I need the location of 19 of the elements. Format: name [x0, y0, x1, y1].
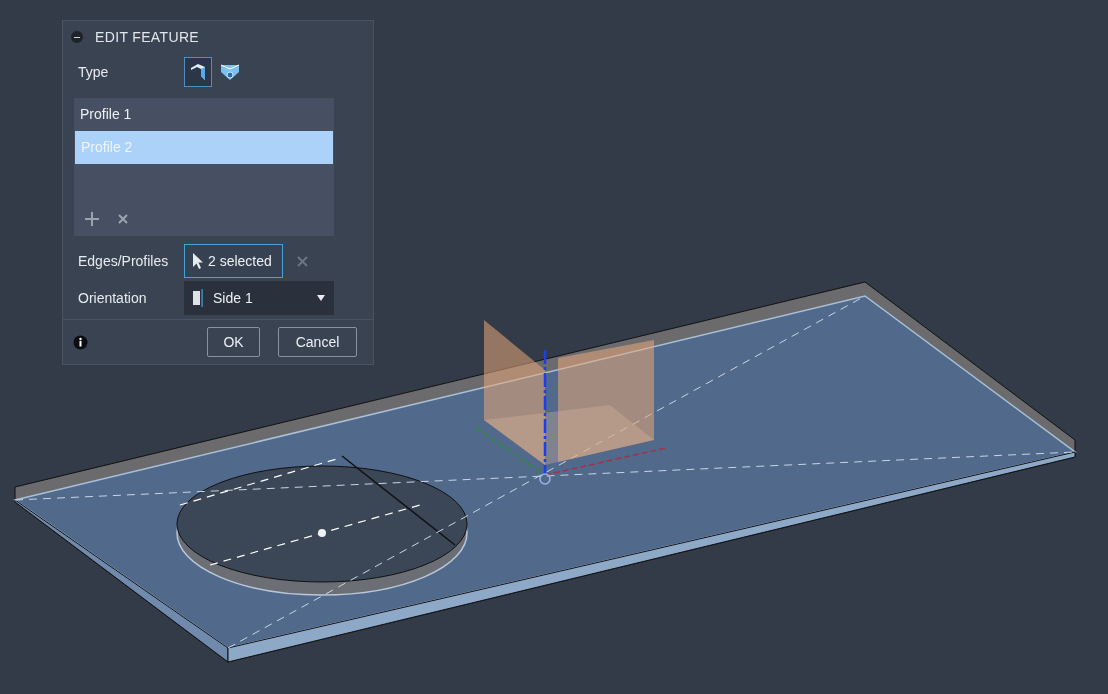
edges-label: Edges/Profiles	[78, 251, 170, 271]
dialog-title: EDIT FEATURE	[95, 27, 200, 47]
dialog-button[interactable]: Cancel	[278, 327, 357, 357]
bent-sheet-icon	[188, 62, 208, 82]
side-icon	[193, 289, 203, 307]
shell-icon	[219, 62, 241, 82]
selection-button[interactable]: 2 selected	[184, 244, 283, 278]
profile-list-item[interactable]: Profile 1	[74, 98, 334, 131]
dialog-button[interactable]: OK	[207, 327, 260, 357]
add-icon[interactable]	[83, 210, 101, 228]
orientation-label: Orientation	[78, 288, 148, 308]
collapse-icon[interactable]	[71, 31, 83, 43]
info-icon[interactable]	[73, 334, 88, 350]
cursor-icon	[192, 252, 204, 270]
orientation-dropdown[interactable]: Side 1	[184, 281, 334, 315]
type-label: Type	[78, 62, 110, 82]
delete-icon[interactable]	[117, 213, 129, 225]
caret-icon	[317, 295, 325, 301]
type-option[interactable]	[184, 57, 212, 87]
